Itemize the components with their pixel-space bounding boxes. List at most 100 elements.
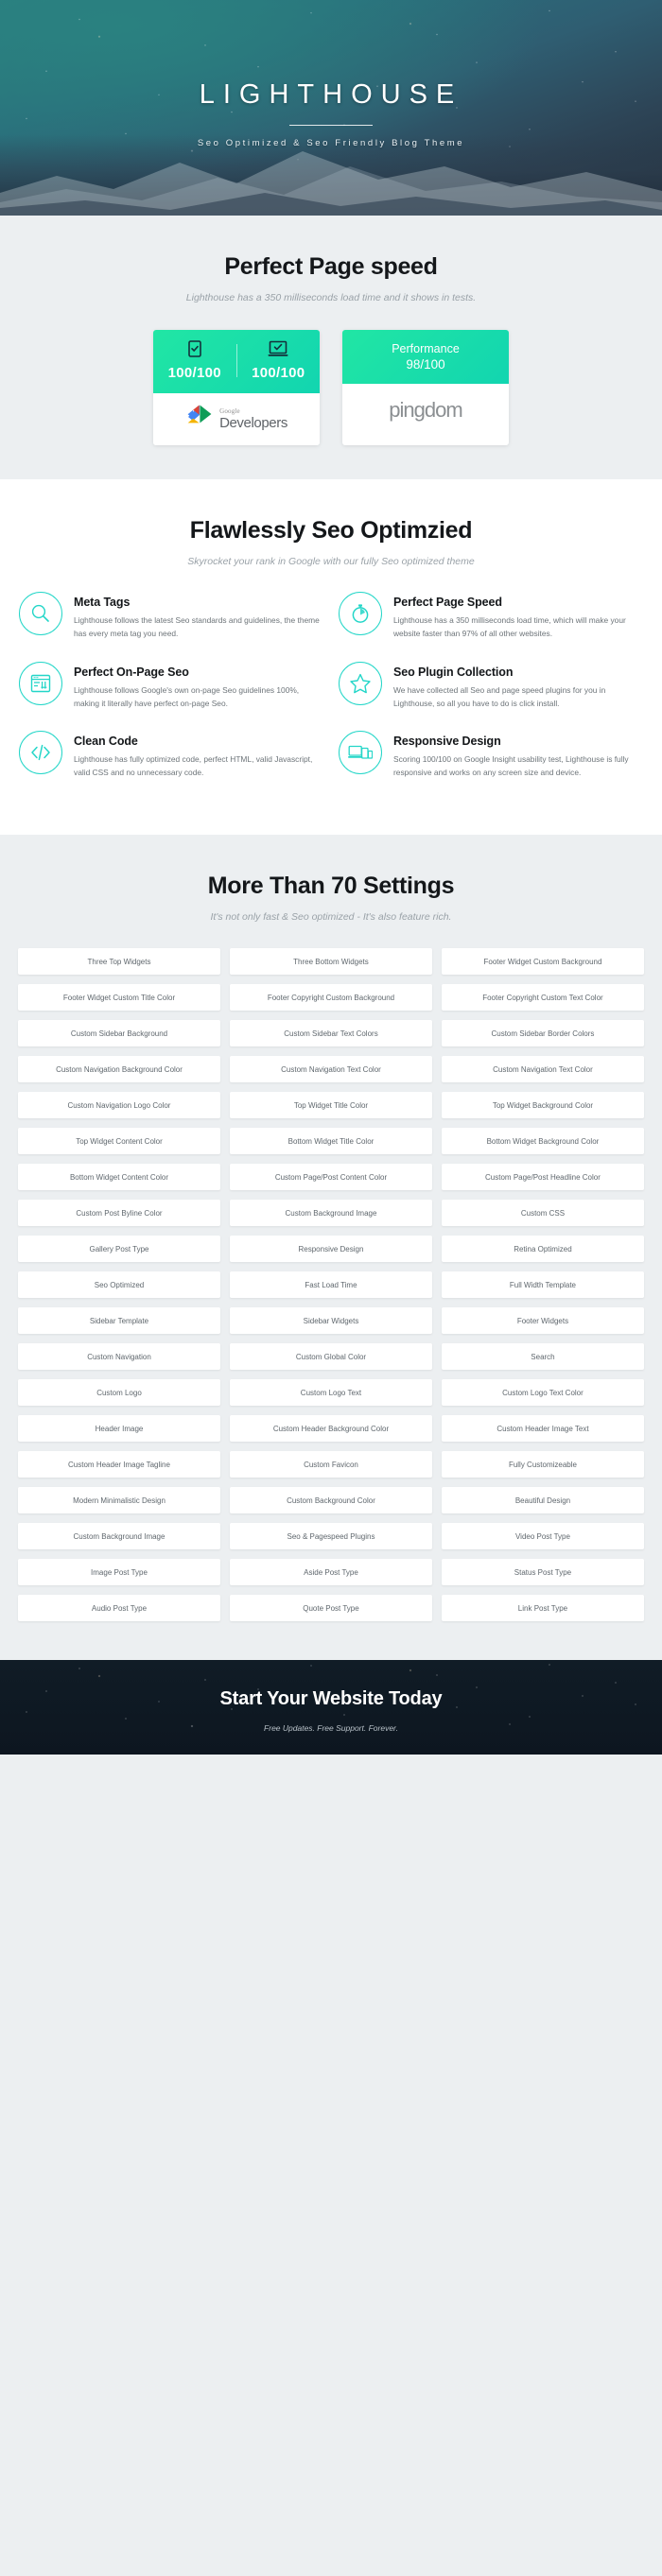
setting-item[interactable]: Fast Load Time <box>229 1271 432 1299</box>
setting-item[interactable]: Custom CSS <box>441 1200 644 1227</box>
setting-item[interactable]: Sidebar Template <box>18 1307 220 1335</box>
google-developers-logo-icon <box>185 403 214 436</box>
settings-cell: Custom Page/Post Headline Color <box>437 1159 649 1195</box>
setting-item[interactable]: Custom Header Image Text <box>441 1415 644 1443</box>
browser-tools-icon <box>19 661 62 705</box>
settings-title: More Than 70 Settings <box>207 873 455 900</box>
setting-item[interactable]: Bottom Widget Content Color <box>18 1164 220 1191</box>
setting-item[interactable]: Retina Optimized <box>441 1236 644 1263</box>
feature-title: Meta Tags <box>74 596 131 609</box>
setting-item[interactable]: Custom Global Color <box>229 1343 432 1371</box>
setting-item[interactable]: Custom Navigation <box>18 1343 220 1371</box>
settings-cell: Custom Sidebar Border Colors <box>437 1015 649 1051</box>
setting-item[interactable]: Custom Navigation Text Color <box>441 1056 644 1083</box>
setting-item[interactable]: Custom Navigation Background Color <box>18 1056 220 1083</box>
setting-item[interactable]: Fully Customizeable <box>441 1451 644 1478</box>
settings-cell: Custom Page/Post Content Color <box>225 1159 437 1195</box>
setting-item[interactable]: Custom Header Image Tagline <box>18 1451 220 1478</box>
desktop-score-group: 100/100 <box>237 340 321 381</box>
feature-body: Lighthouse has a 350 milliseconds load t… <box>393 615 626 638</box>
setting-item[interactable]: Search <box>441 1343 644 1371</box>
settings-cell: Image Post Type <box>13 1554 225 1590</box>
setting-item[interactable]: Audio Post Type <box>18 1595 220 1622</box>
setting-item[interactable]: Bottom Widget Background Color <box>441 1128 644 1155</box>
setting-item[interactable]: Aside Post Type <box>229 1559 432 1586</box>
settings-section: More Than 70 Settings It's not only fast… <box>0 835 662 1661</box>
settings-cell: Responsive Design <box>225 1231 437 1267</box>
setting-item[interactable]: Custom Sidebar Border Colors <box>441 1020 644 1047</box>
feature-title: Perfect On-Page Seo <box>74 665 189 679</box>
setting-item[interactable]: Top Widget Background Color <box>441 1092 644 1119</box>
setting-item[interactable]: Modern Minimalistic Design <box>18 1487 220 1514</box>
settings-cell: Custom Favicon <box>225 1446 437 1482</box>
settings-cell: Bottom Widget Title Color <box>225 1123 437 1159</box>
setting-item[interactable]: Custom Background Color <box>229 1487 432 1514</box>
feature-body: Lighthouse follows Google's own on-page … <box>74 684 300 708</box>
setting-item[interactable]: Custom Header Background Color <box>229 1415 432 1443</box>
setting-item[interactable]: Custom Favicon <box>229 1451 432 1478</box>
setting-item[interactable]: Custom Logo Text <box>229 1379 432 1407</box>
setting-item[interactable]: Full Width Template <box>441 1271 644 1299</box>
setting-item[interactable]: Three Top Widgets <box>18 948 220 976</box>
setting-item[interactable]: Status Post Type <box>441 1559 644 1586</box>
title-divider <box>289 125 373 126</box>
setting-item[interactable]: Footer Copyright Custom Text Color <box>441 984 644 1011</box>
setting-item[interactable]: Seo Optimized <box>18 1271 220 1299</box>
page-title: LIGHTHOUSE <box>199 79 463 110</box>
setting-item[interactable]: Seo & Pagespeed Plugins <box>229 1523 432 1550</box>
setting-item[interactable]: Custom Background Image <box>229 1200 432 1227</box>
setting-item[interactable]: Custom Logo Text Color <box>441 1379 644 1407</box>
setting-item[interactable]: Footer Widgets <box>441 1307 644 1335</box>
settings-cell: Quote Post Type <box>225 1590 437 1626</box>
setting-item[interactable]: Video Post Type <box>441 1523 644 1550</box>
setting-item[interactable]: Custom Navigation Logo Color <box>18 1092 220 1119</box>
setting-item[interactable]: Custom Navigation Text Color <box>229 1056 432 1083</box>
settings-cell: Custom Header Image Text <box>437 1410 649 1446</box>
performance-label: Performance <box>392 342 460 355</box>
settings-cell: Custom Logo Text Color <box>437 1374 649 1410</box>
setting-item[interactable]: Custom Logo <box>18 1379 220 1407</box>
setting-item[interactable]: Sidebar Widgets <box>229 1307 432 1335</box>
setting-item[interactable]: Header Image <box>18 1415 220 1443</box>
settings-cell: Beautiful Design <box>437 1482 649 1518</box>
devices-icon <box>339 731 382 775</box>
setting-item[interactable]: Custom Sidebar Background <box>18 1020 220 1047</box>
setting-item[interactable]: Quote Post Type <box>229 1595 432 1622</box>
setting-item[interactable]: Custom Page/Post Content Color <box>229 1164 432 1191</box>
settings-cell: Custom Navigation Text Color <box>225 1051 437 1087</box>
setting-item[interactable]: Custom Sidebar Text Colors <box>229 1020 432 1047</box>
setting-item[interactable]: Link Post Type <box>441 1595 644 1622</box>
setting-item[interactable]: Responsive Design <box>229 1236 432 1263</box>
setting-item[interactable]: Top Widget Title Color <box>229 1092 432 1119</box>
settings-cell: Fully Customizeable <box>437 1446 649 1482</box>
settings-cell: Top Widget Content Color <box>13 1123 225 1159</box>
settings-cell: Footer Copyright Custom Background <box>225 979 437 1015</box>
pingdom-score-card: Performance 98/100 pingdom <box>342 330 509 445</box>
magnifier-icon <box>19 592 62 635</box>
setting-item[interactable]: Bottom Widget Title Color <box>229 1128 432 1155</box>
settings-cell: Custom Header Background Color <box>225 1410 437 1446</box>
settings-cell: Custom CSS <box>437 1195 649 1231</box>
score-card-list: 100/100 100/100 Google Developers Perfor… <box>0 330 662 445</box>
setting-item[interactable]: Footer Widget Custom Title Color <box>18 984 220 1011</box>
setting-item[interactable]: Footer Widget Custom Background <box>441 948 644 976</box>
cta-footer: Start Your Website Today Free Updates. F… <box>0 1660 662 1755</box>
setting-item[interactable]: Top Widget Content Color <box>18 1128 220 1155</box>
settings-cell: Audio Post Type <box>13 1590 225 1626</box>
setting-item[interactable]: Gallery Post Type <box>18 1236 220 1263</box>
feature-item-meta-tags: Meta Tags Lighthouse follows the latest … <box>11 592 331 662</box>
settings-cell: Seo & Pagespeed Plugins <box>225 1518 437 1554</box>
setting-item[interactable]: Image Post Type <box>18 1559 220 1586</box>
setting-item[interactable]: Custom Post Byline Color <box>18 1200 220 1227</box>
setting-item[interactable]: Three Bottom Widgets <box>229 948 432 976</box>
star-icon <box>339 661 382 705</box>
setting-item[interactable]: Custom Page/Post Headline Color <box>441 1164 644 1191</box>
page-speed-title: Perfect Page speed <box>224 253 438 280</box>
settings-cell: Sidebar Widgets <box>225 1303 437 1339</box>
hero-banner: LIGHTHOUSE Seo Optimized & Seo Friendly … <box>0 0 662 216</box>
performance-score: 98/100 <box>406 357 445 372</box>
setting-item[interactable]: Custom Background Image <box>18 1523 220 1550</box>
setting-item[interactable]: Beautiful Design <box>441 1487 644 1514</box>
settings-cell: Footer Widgets <box>437 1303 649 1339</box>
setting-item[interactable]: Footer Copyright Custom Background <box>229 984 432 1011</box>
